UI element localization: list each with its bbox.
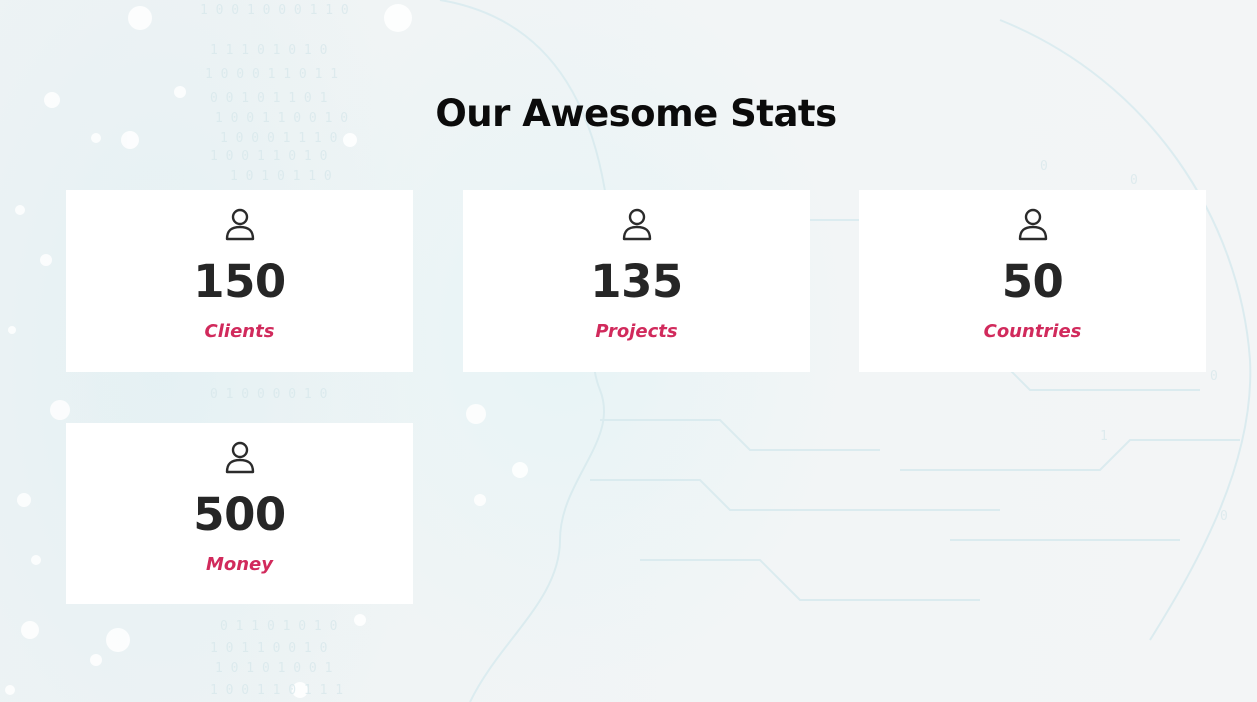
stat-card-clients: 150 Clients — [66, 190, 413, 372]
user-icon — [225, 208, 254, 241]
user-icon — [1018, 208, 1047, 241]
stat-card-projects: 135 Projects — [463, 190, 810, 372]
stat-value: 150 — [193, 255, 286, 308]
stat-value: 50 — [1001, 255, 1064, 308]
stat-label: Clients — [204, 321, 275, 342]
stat-card-countries: 50 Countries — [859, 190, 1206, 372]
section-title: Our Awesome Stats — [435, 92, 837, 135]
stat-label: Projects — [595, 321, 678, 342]
user-icon — [622, 208, 651, 241]
stat-label: Countries — [983, 321, 1082, 342]
stat-value: 135 — [590, 255, 683, 308]
stat-card-money: 500 Money — [66, 423, 413, 604]
stat-value: 500 — [193, 488, 286, 541]
stats-section: Our Awesome Stats 150 Clients 135 Projec… — [0, 0, 1257, 702]
stat-label: Money — [205, 554, 274, 575]
user-icon — [225, 441, 254, 474]
